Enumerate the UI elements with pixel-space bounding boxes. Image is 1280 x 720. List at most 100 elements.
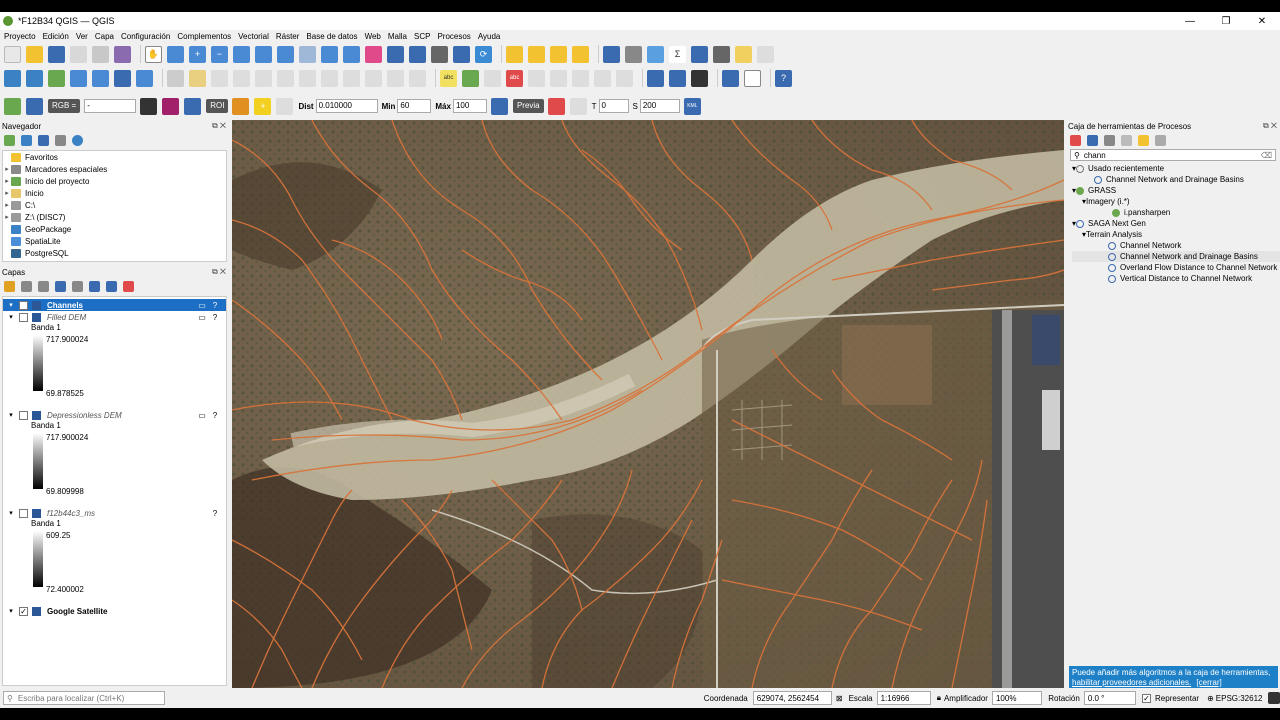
layer-row[interactable]: ▾ Depressionless DEM ▭?: [3, 409, 226, 421]
menu-10[interactable]: Malla: [388, 32, 407, 41]
terrain-algorithm[interactable]: Channel Network and Drainage Basins: [1072, 251, 1280, 262]
new-3d-view-icon[interactable]: [387, 45, 404, 63]
dist-field[interactable]: 0.010000: [315, 99, 378, 113]
rotation-field[interactable]: 0.0 °: [1083, 691, 1137, 705]
layer-warning-icon[interactable]: ?: [210, 509, 220, 518]
layer-row[interactable]: ▾ ✓ Google Satellite: [3, 605, 226, 617]
filter-icon[interactable]: [38, 134, 49, 146]
paste-features-icon[interactable]: [365, 69, 382, 87]
collapse-all-icon[interactable]: [55, 134, 66, 146]
data-source-manager-icon[interactable]: [4, 69, 21, 87]
map-canvas[interactable]: [232, 120, 1064, 688]
scripts-icon[interactable]: [1087, 134, 1098, 146]
navigator-item[interactable]: ▸ C:\: [3, 199, 226, 211]
zoom-selection-icon[interactable]: [255, 45, 272, 63]
embedded-widget-icon[interactable]: ▭: [197, 301, 207, 310]
add-mesh-icon[interactable]: [92, 69, 109, 87]
s-field[interactable]: 200: [639, 99, 680, 113]
open-project-icon[interactable]: [26, 45, 43, 63]
navigator-item[interactable]: GeoPackage: [3, 223, 226, 235]
style-icon[interactable]: [4, 280, 15, 292]
magnifier-field[interactable]: 100%: [991, 691, 1043, 705]
add-raster-icon[interactable]: [70, 69, 87, 87]
temporal-icon[interactable]: [453, 45, 470, 63]
modify-attributes-icon[interactable]: [277, 69, 294, 87]
toolbox-options-icon[interactable]: [1155, 134, 1166, 146]
identify-icon[interactable]: [603, 45, 620, 63]
remove-layer-icon[interactable]: [123, 280, 134, 292]
save-project-icon[interactable]: [48, 45, 65, 63]
grass-group[interactable]: ▾ GRASS: [1072, 185, 1280, 196]
embedded-widget-icon[interactable]: ▭: [197, 411, 207, 420]
extent-toggle-icon[interactable]: ⊠: [836, 694, 843, 703]
panel-close-icon[interactable]: ⧉ ✕: [1263, 121, 1277, 131]
terrain-algorithm[interactable]: Overland Flow Distance to Channel Networ…: [1072, 262, 1280, 273]
layer-visibility-checkbox[interactable]: [19, 508, 28, 518]
bookmark-icon[interactable]: [409, 45, 426, 63]
zoom-preview-icon[interactable]: [490, 97, 508, 115]
add-selected-icon[interactable]: [4, 134, 15, 146]
rotate-label-icon[interactable]: [550, 69, 567, 87]
zoom-full-icon[interactable]: [233, 45, 250, 63]
navigator-item[interactable]: ▸ Inicio: [3, 187, 226, 199]
restore-button[interactable]: ❐: [1208, 12, 1244, 30]
rgb-show-icon[interactable]: [140, 97, 158, 115]
layer-visibility-checkbox[interactable]: ✓: [19, 606, 28, 616]
coordinate-field[interactable]: 629074, 2562454: [752, 691, 832, 705]
imagery-group[interactable]: ▾ Imagery (i.*): [1072, 196, 1280, 207]
scp-zoom-icon[interactable]: [26, 97, 43, 115]
add-feature-icon[interactable]: [233, 69, 250, 87]
lock-icon[interactable]: 🔒︎: [937, 693, 941, 703]
cut-features-icon[interactable]: [321, 69, 338, 87]
refresh-icon[interactable]: ⟳: [475, 45, 492, 63]
recent-algorithm[interactable]: Channel Network and Drainage Basins: [1072, 174, 1280, 185]
panel-close-icon[interactable]: ⧉ ✕: [212, 267, 226, 277]
label-icon[interactable]: abc: [440, 69, 457, 87]
close-info-link[interactable]: [cerrar]: [1196, 678, 1221, 687]
navigator-item[interactable]: ▸ Marcadores espaciales: [3, 163, 226, 175]
attributes-icon[interactable]: [691, 45, 708, 63]
preview-redo-icon[interactable]: [569, 97, 587, 115]
statistics-icon[interactable]: Σ: [669, 45, 686, 63]
models-icon[interactable]: [1070, 134, 1081, 146]
select-by-value-icon[interactable]: [528, 45, 545, 63]
menu-12[interactable]: Procesos: [437, 32, 470, 41]
metasearch-icon[interactable]: [669, 69, 686, 87]
map-tips-icon[interactable]: [735, 45, 752, 63]
enable-providers-link[interactable]: habilitar proveedores adicionales.: [1072, 678, 1191, 687]
profile-icon[interactable]: [744, 69, 761, 87]
navigator-item[interactable]: ▸ Inicio del proyecto: [3, 175, 226, 187]
new-map-view-icon[interactable]: [365, 45, 382, 63]
add-layer-icon[interactable]: [26, 69, 43, 87]
menu-6[interactable]: Vectorial: [238, 32, 269, 41]
select-by-location-icon[interactable]: [572, 45, 589, 63]
filter-expression-icon[interactable]: [72, 280, 83, 292]
saga-group[interactable]: ▾ SAGA Next Gen: [1072, 218, 1280, 229]
navigator-item[interactable]: PostgreSQL: [3, 247, 226, 259]
select-features-icon[interactable]: [506, 45, 523, 63]
zoom-last-icon[interactable]: [321, 45, 338, 63]
minimize-button[interactable]: —: [1172, 12, 1208, 30]
crs-icon[interactable]: ⊕: [1207, 694, 1214, 703]
locator-icon[interactable]: [757, 45, 774, 63]
add-wms-icon[interactable]: [114, 69, 131, 87]
layer-visibility-checkbox[interactable]: [19, 410, 28, 420]
panel-close-icon[interactable]: ⧉ ✕: [212, 121, 226, 131]
layer-visibility-checkbox[interactable]: [19, 312, 28, 322]
edit-pencil-icon[interactable]: [167, 69, 184, 87]
delete-selected-icon[interactable]: [299, 69, 316, 87]
crs-button[interactable]: EPSG:32612: [1216, 694, 1263, 703]
attribute-table-icon[interactable]: [625, 45, 642, 63]
layer-warning-icon[interactable]: ?: [210, 313, 220, 322]
menu-11[interactable]: SCP: [414, 32, 430, 41]
collapse-layers-icon[interactable]: [106, 280, 117, 292]
refresh-browser-icon[interactable]: [21, 134, 32, 146]
processing-toolbox-icon[interactable]: [647, 45, 664, 63]
locator-bar[interactable]: ⚲ Escriba para localizar (Ctrl+K): [3, 691, 165, 705]
layout-manager-icon[interactable]: [92, 45, 109, 63]
layer-row[interactable]: ▾ f12b44c3_ms?: [3, 507, 226, 519]
copy-features-icon[interactable]: [343, 69, 360, 87]
zoom-in-icon[interactable]: +: [189, 45, 206, 63]
recent-group[interactable]: ▾ Usado recientemente: [1072, 163, 1280, 174]
zoom-layer-icon[interactable]: [277, 45, 294, 63]
